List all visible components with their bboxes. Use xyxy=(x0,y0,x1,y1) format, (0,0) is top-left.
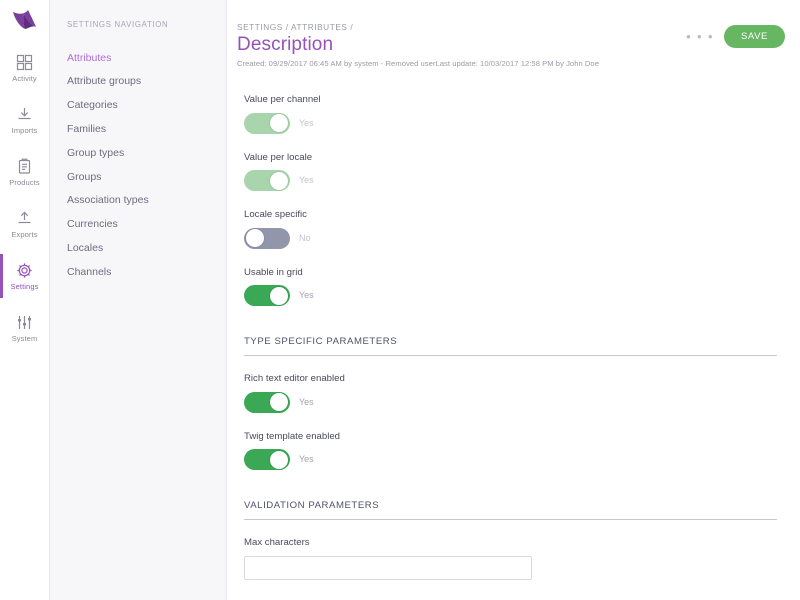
switch-row: Yes xyxy=(244,112,785,134)
sidebar-item-attributes[interactable]: Attributes xyxy=(50,46,226,70)
nav-panel-title: SETTINGS NAVIGATION xyxy=(67,20,169,29)
switch-row: No xyxy=(244,227,785,249)
toggle-knob xyxy=(270,114,288,133)
rail-label-activity: Activity xyxy=(12,74,37,84)
field-usable-in-grid: Usable in grid Yes xyxy=(244,267,785,307)
field-label: Max characters xyxy=(244,537,310,549)
max-characters-input[interactable] xyxy=(244,555,532,580)
toggle-value-label: No xyxy=(299,232,311,243)
page-header: SETTINGS / ATTRIBUTES / Description Crea… xyxy=(237,22,785,68)
field-value-per-channel: Value per channel Yes xyxy=(244,94,785,134)
section-validation-parameters: VALIDATION PARAMETERS Max characters xyxy=(237,500,785,580)
rail-item-settings[interactable]: Settings xyxy=(0,250,50,302)
rail-item-products[interactable]: Products xyxy=(0,146,50,198)
switch-row: Yes xyxy=(244,170,785,192)
toggle-knob xyxy=(270,286,288,305)
field-label: Twig template enabled xyxy=(244,430,340,442)
akeneo-logo[interactable] xyxy=(0,0,50,42)
toggle-value-label: Yes xyxy=(299,175,314,186)
toggle-value-per-channel[interactable] xyxy=(244,112,290,134)
section-body: Max characters xyxy=(244,537,777,580)
toggle-knob xyxy=(270,171,288,190)
main-content: SETTINGS / ATTRIBUTES / Description Crea… xyxy=(227,0,800,600)
rail-item-system[interactable]: System xyxy=(0,302,50,354)
rail-item-imports[interactable]: Imports xyxy=(0,94,50,146)
switch-row: Yes xyxy=(244,391,777,413)
toggle-knob xyxy=(270,450,288,469)
general-fields: Value per channel Yes Value per locale Y… xyxy=(237,94,785,307)
nav-list: Attributes Attribute groups Categories F… xyxy=(50,46,226,284)
page-header-actions: • • • SAVE xyxy=(686,22,785,48)
field-value-per-locale: Value per locale Yes xyxy=(244,152,785,192)
rail-label-settings: Settings xyxy=(10,282,39,292)
field-label: Rich text editor enabled xyxy=(244,373,345,385)
sidebar-item-attribute-groups[interactable]: Attribute groups xyxy=(50,70,226,94)
rail-label-products: Products xyxy=(9,178,40,188)
sidebar-item-locales[interactable]: Locales xyxy=(50,236,226,260)
toggle-locale-specific[interactable] xyxy=(244,227,290,249)
toggle-value-label: Yes xyxy=(299,117,314,128)
gear-icon xyxy=(15,261,34,280)
toggle-value-per-locale[interactable] xyxy=(244,170,290,192)
page-header-left: SETTINGS / ATTRIBUTES / Description Crea… xyxy=(237,22,686,68)
breadcrumb: SETTINGS / ATTRIBUTES / xyxy=(237,22,354,32)
section-divider xyxy=(244,519,777,521)
sidebar-item-families[interactable]: Families xyxy=(50,117,226,141)
grid-icon xyxy=(15,53,34,72)
app-root: Activity Imports Products Exports Settin… xyxy=(0,0,800,600)
field-label: Value per channel xyxy=(244,94,321,106)
toggle-value-label: Yes xyxy=(299,396,314,407)
toggle-value-label: Yes xyxy=(299,290,314,301)
sidebar-item-group-types[interactable]: Group types xyxy=(50,141,226,165)
field-max-characters: Max characters xyxy=(244,537,777,580)
field-rich-text-editor-enabled: Rich text editor enabled Yes xyxy=(244,373,777,413)
more-options-icon[interactable]: • • • xyxy=(686,30,714,43)
import-arrow-icon xyxy=(15,105,34,124)
section-divider xyxy=(244,355,777,357)
switch-row: Yes xyxy=(244,449,777,471)
field-locale-specific: Locale specific No xyxy=(244,209,785,249)
rail-item-activity[interactable]: Activity xyxy=(0,42,50,94)
clipboard-icon xyxy=(15,157,34,176)
sidebar-item-groups[interactable]: Groups xyxy=(50,165,226,189)
settings-nav-panel: SETTINGS NAVIGATION Attributes Attribute… xyxy=(50,0,227,600)
field-label: Usable in grid xyxy=(244,266,303,278)
icon-rail: Activity Imports Products Exports Settin… xyxy=(0,0,50,600)
save-button[interactable]: SAVE xyxy=(723,25,785,48)
toggle-knob xyxy=(270,393,288,412)
sidebar-item-categories[interactable]: Categories xyxy=(50,94,226,118)
rail-label-system: System xyxy=(11,334,38,344)
toggle-knob xyxy=(245,229,264,248)
toggle-rich-text-editor-enabled[interactable] xyxy=(244,391,290,413)
page-meta-info: Created: 09/29/2017 06:45 AM by system -… xyxy=(237,59,599,69)
field-label: Locale specific xyxy=(244,209,307,221)
field-twig-template-enabled: Twig template enabled Yes xyxy=(244,431,777,471)
section-title: VALIDATION PARAMETERS xyxy=(244,500,380,512)
rail-label-imports: Imports xyxy=(11,126,38,136)
toggle-twig-template-enabled[interactable] xyxy=(244,449,290,471)
sidebar-item-currencies[interactable]: Currencies xyxy=(50,212,226,236)
switch-row: Yes xyxy=(244,285,785,307)
sidebar-item-channels[interactable]: Channels xyxy=(50,260,226,284)
sidebar-item-association-types[interactable]: Association types xyxy=(50,189,226,213)
rail-item-exports[interactable]: Exports xyxy=(0,198,50,250)
akeneo-logo-icon xyxy=(12,10,36,29)
toggle-usable-in-grid[interactable] xyxy=(244,285,290,307)
field-label: Value per locale xyxy=(244,151,313,163)
page-title: Description xyxy=(237,34,334,55)
export-arrow-icon xyxy=(15,209,34,228)
section-body: Rich text editor enabled Yes Twig templa… xyxy=(244,373,777,471)
section-title: TYPE SPECIFIC PARAMETERS xyxy=(244,336,398,348)
toggle-value-label: Yes xyxy=(299,454,314,465)
sliders-icon xyxy=(15,313,34,332)
section-type-specific-parameters: TYPE SPECIFIC PARAMETERS Rich text edito… xyxy=(237,336,785,471)
rail-label-exports: Exports xyxy=(11,230,38,240)
